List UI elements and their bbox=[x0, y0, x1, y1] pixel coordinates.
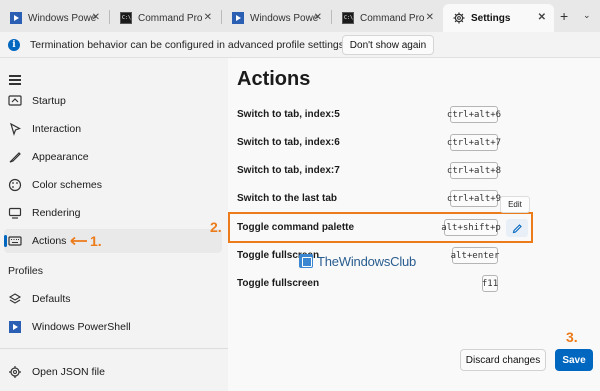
key-chord[interactable]: ctrl+alt+7 bbox=[447, 134, 501, 151]
appearance-icon bbox=[9, 152, 21, 163]
powershell-icon bbox=[9, 321, 21, 333]
sidebar-item-appearance[interactable]: Appearance bbox=[4, 145, 222, 169]
powershell-icon bbox=[10, 12, 22, 24]
divider bbox=[0, 348, 228, 349]
powershell-icon bbox=[232, 12, 244, 24]
action-row-toggle-command-palette[interactable]: Toggle command palette alt+shift+p bbox=[228, 214, 600, 242]
chevron-down-icon[interactable]: ⌄ bbox=[583, 10, 591, 21]
sidebar-item-windows-powershell[interactable]: Windows PowerShell bbox=[4, 315, 222, 339]
annotation-step-1: 1. bbox=[70, 233, 102, 249]
sidebar-item-color-schemes[interactable]: Color schemes bbox=[4, 173, 222, 197]
action-label: Switch to the last tab bbox=[237, 193, 338, 204]
annotation-step-3: 3. bbox=[566, 329, 578, 345]
arrow-left-icon bbox=[70, 236, 87, 246]
close-icon[interactable]: ✕ bbox=[314, 12, 322, 23]
main-content: Actions Switch to tab, index:5 ctrl+alt+… bbox=[210, 58, 600, 391]
command-prompt-icon: C:\ bbox=[120, 12, 132, 24]
action-row[interactable]: Toggle fullscreen f11 bbox=[228, 270, 600, 298]
sidebar: Startup Interaction Appearance Color sch… bbox=[0, 58, 228, 391]
action-label: Toggle command palette bbox=[237, 222, 355, 233]
sidebar-item-label: Startup bbox=[32, 95, 66, 107]
sidebar-item-label: Open JSON file bbox=[32, 366, 105, 378]
sidebar-item-startup[interactable]: Startup bbox=[4, 89, 222, 113]
action-row[interactable]: Switch to tab, index:6 ctrl+alt+7 bbox=[228, 129, 600, 157]
save-button[interactable]: Save bbox=[555, 349, 593, 371]
watermark: TheWindowsClub bbox=[299, 252, 449, 270]
tab-command-prompt-2[interactable]: C:\ Command Pro ✕ bbox=[332, 4, 442, 32]
tab-command-prompt-1[interactable]: C:\ Command Pro ✕ bbox=[110, 4, 220, 32]
layers-icon bbox=[8, 293, 22, 304]
sidebar-item-label: Rendering bbox=[32, 207, 81, 219]
sidebar-item-defaults[interactable]: Defaults bbox=[4, 287, 222, 311]
action-label: Switch to tab, index:5 bbox=[237, 109, 340, 120]
rendering-icon bbox=[8, 207, 22, 219]
info-icon: i bbox=[8, 39, 20, 51]
dont-show-again-button[interactable]: Don't show again bbox=[342, 35, 434, 55]
info-message: Termination behavior can be configured i… bbox=[30, 39, 347, 51]
tab-windows-powershell-1[interactable]: Windows Powe ✕ bbox=[0, 4, 108, 32]
sidebar-item-label: Interaction bbox=[32, 123, 82, 135]
page-title: Actions bbox=[237, 68, 311, 90]
action-label: Switch to tab, index:7 bbox=[237, 165, 340, 176]
sidebar-item-label: Actions bbox=[32, 235, 67, 247]
annotation-label: 1. bbox=[90, 233, 102, 249]
interaction-icon bbox=[10, 122, 21, 136]
profiles-header: Profiles bbox=[8, 265, 44, 277]
key-chord[interactable]: f11 bbox=[482, 275, 498, 292]
action-row[interactable]: Switch to the last tab ctrl+alt+9 bbox=[228, 185, 600, 213]
discard-changes-button[interactable]: Discard changes bbox=[460, 349, 546, 371]
edit-tooltip: Edit bbox=[500, 196, 530, 213]
sidebar-item-label: Defaults bbox=[32, 293, 71, 305]
action-label: Switch to tab, index:6 bbox=[237, 137, 340, 148]
close-icon[interactable]: ✕ bbox=[426, 12, 434, 23]
annotation-step-2: 2. bbox=[210, 219, 222, 235]
action-label: Toggle fullscreen bbox=[237, 278, 320, 289]
open-json-file-button[interactable]: Open JSON file bbox=[4, 360, 222, 384]
action-row[interactable]: Switch to tab, index:5 ctrl+alt+6 bbox=[228, 101, 600, 129]
gear-icon bbox=[9, 366, 21, 378]
close-icon[interactable]: ✕ bbox=[538, 12, 546, 23]
sidebar-item-rendering[interactable]: Rendering bbox=[4, 201, 222, 225]
new-tab-button[interactable]: + bbox=[560, 8, 568, 24]
action-row[interactable]: Switch to tab, index:7 ctrl+alt+8 bbox=[228, 157, 600, 185]
gear-icon bbox=[453, 12, 465, 24]
watermark-text: TheWindowsClub bbox=[317, 253, 417, 269]
sidebar-item-label: Color schemes bbox=[32, 179, 103, 191]
color-schemes-icon bbox=[8, 178, 22, 192]
sidebar-item-label: Windows PowerShell bbox=[32, 321, 131, 333]
startup-icon bbox=[8, 95, 22, 106]
tab-settings[interactable]: Settings ✕ bbox=[443, 4, 554, 32]
command-prompt-icon: C:\ bbox=[342, 12, 354, 24]
close-icon[interactable]: ✕ bbox=[204, 12, 212, 23]
pencil-icon bbox=[512, 223, 522, 233]
key-chord[interactable]: ctrl+alt+9 bbox=[447, 190, 501, 207]
sidebar-item-interaction[interactable]: Interaction bbox=[4, 117, 222, 141]
keyboard-icon bbox=[8, 236, 22, 246]
tab-windows-powershell-2[interactable]: Windows Powe ✕ bbox=[222, 4, 330, 32]
key-chord[interactable]: alt+shift+p bbox=[441, 219, 501, 236]
hamburger-menu-icon[interactable] bbox=[9, 75, 21, 85]
tab-bar: Windows Powe ✕ C:\ Command Pro ✕ Windows… bbox=[0, 0, 600, 32]
key-chord[interactable]: ctrl+alt+8 bbox=[447, 162, 501, 179]
sidebar-item-actions[interactable]: Actions 1. bbox=[4, 229, 222, 253]
footer: 3. Discard changes Save bbox=[228, 329, 600, 391]
key-chord[interactable]: ctrl+alt+6 bbox=[447, 106, 501, 123]
close-icon[interactable]: ✕ bbox=[92, 12, 100, 23]
key-chord[interactable]: alt+enter bbox=[451, 247, 499, 264]
info-bar: i Termination behavior can be configured… bbox=[0, 32, 600, 58]
sidebar-item-label: Appearance bbox=[32, 151, 89, 163]
watermark-logo-icon bbox=[299, 254, 313, 268]
edit-button[interactable] bbox=[506, 219, 528, 237]
